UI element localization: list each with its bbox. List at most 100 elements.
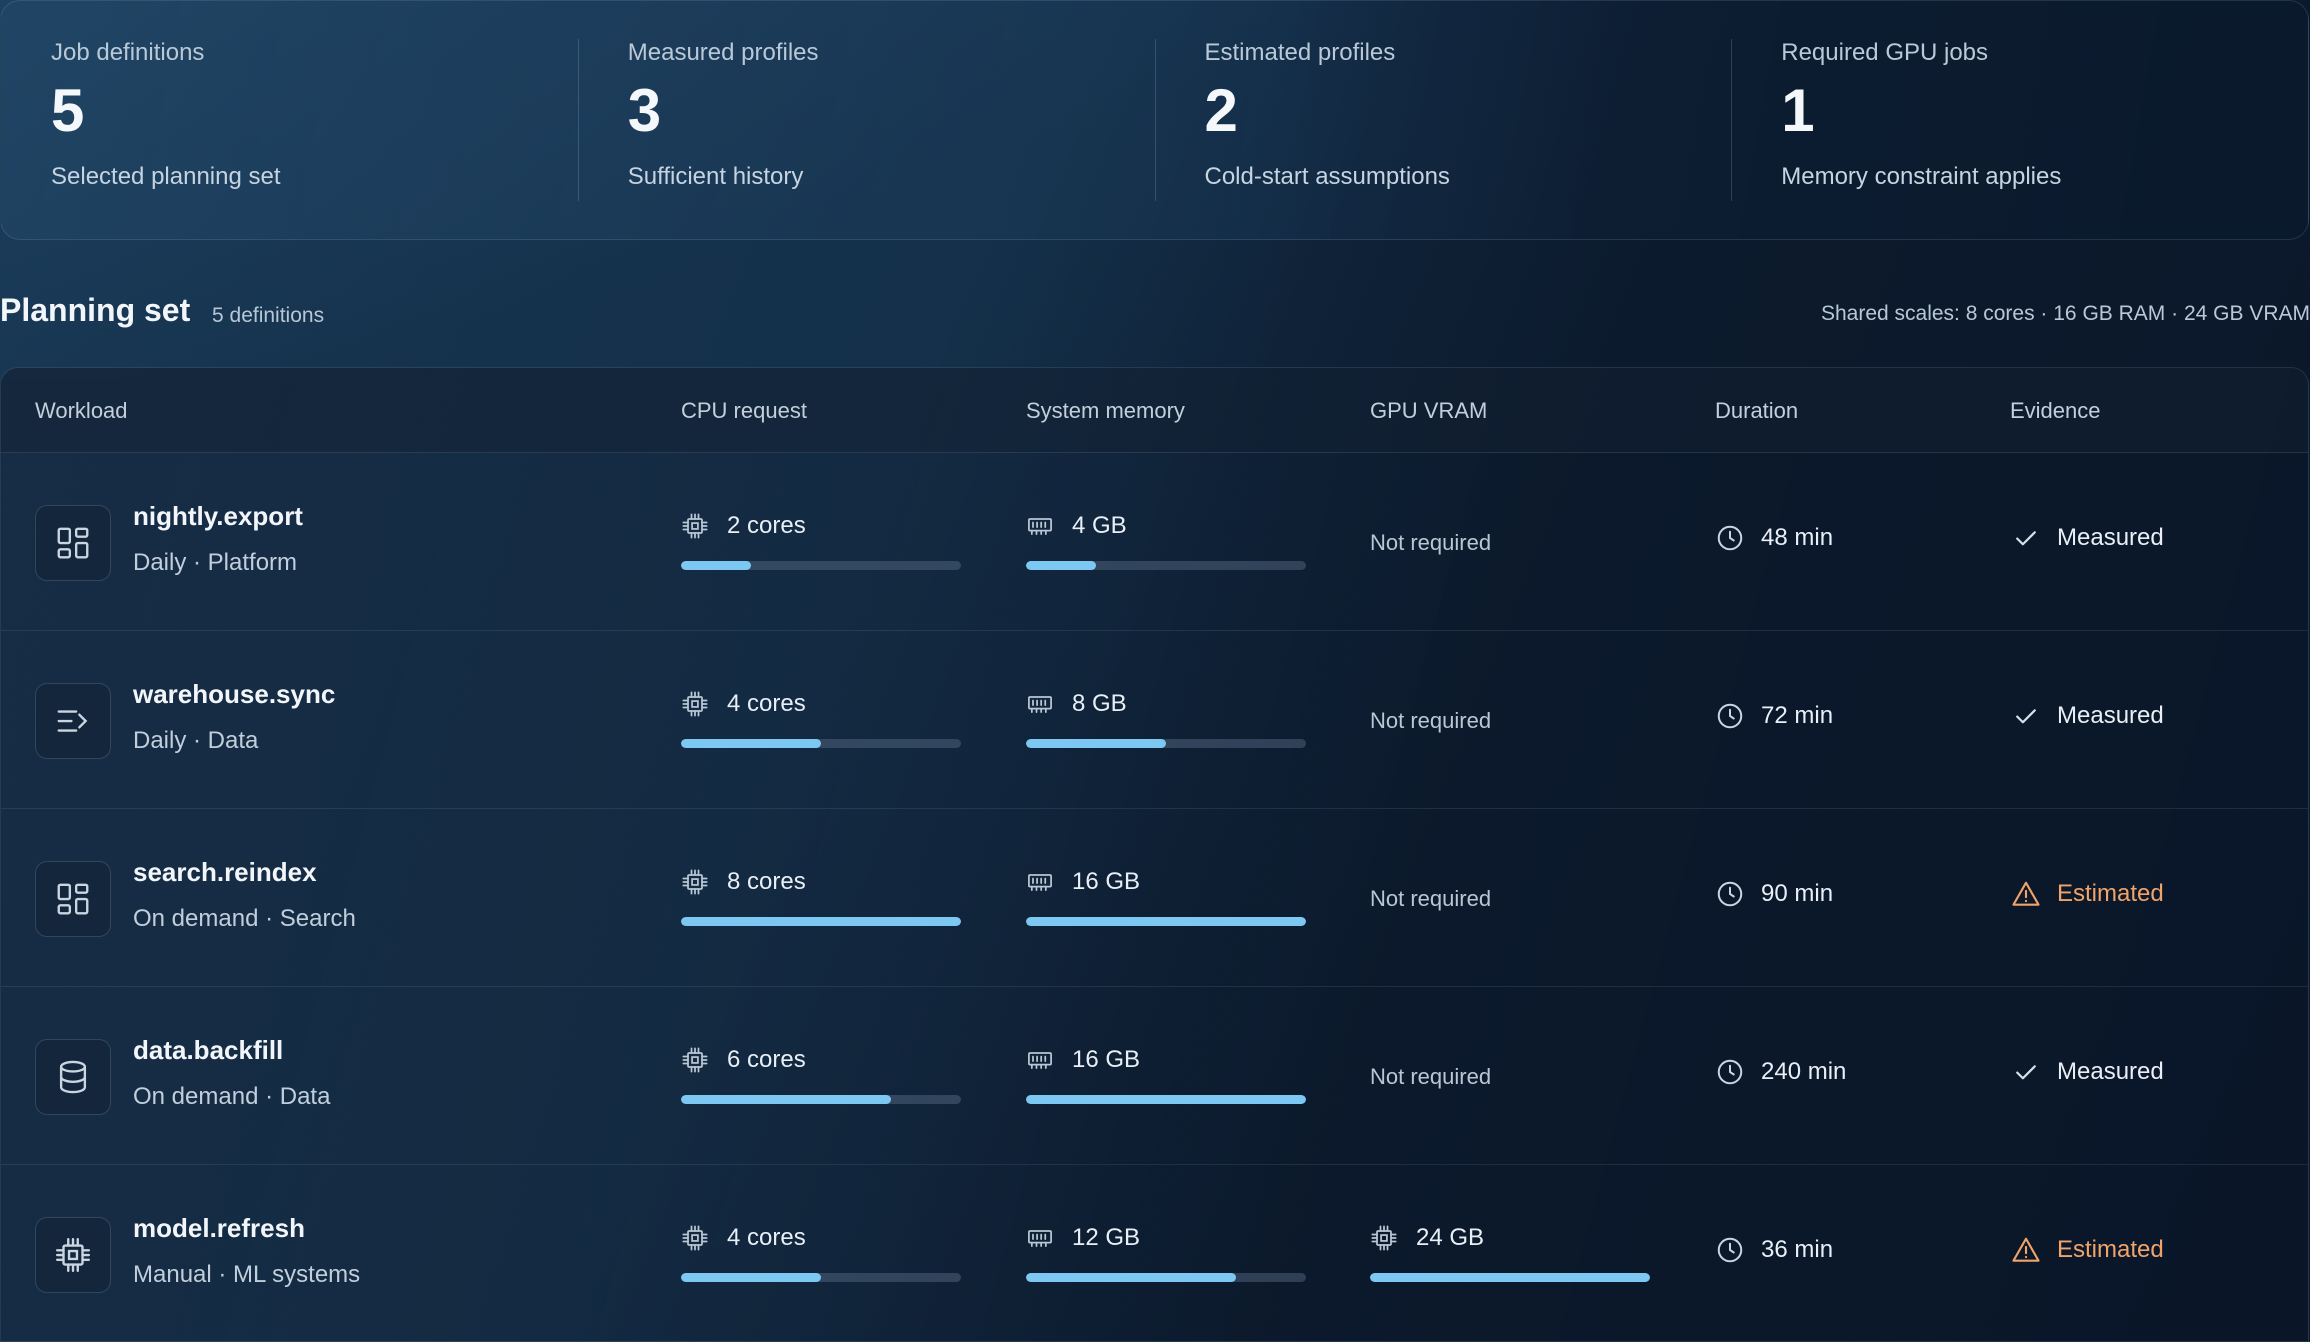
duration-value: 90 min bbox=[1761, 880, 1834, 907]
stat-required-gpu-jobs: Required GPU jobs 1 Memory constraint ap… bbox=[1731, 1, 2308, 239]
definitions-count: 5 definitions bbox=[212, 304, 325, 327]
dashboard-icon bbox=[35, 861, 111, 937]
workload-meta: Daily · Platform bbox=[133, 549, 298, 576]
memory-icon bbox=[1028, 696, 1052, 714]
workload-meta: On demand · Data bbox=[133, 1083, 331, 1110]
section-title: Planning set bbox=[0, 292, 191, 328]
workload-name[interactable]: warehouse.sync bbox=[133, 679, 335, 710]
memory-bar-fill bbox=[1026, 1273, 1236, 1282]
evidence-status: Measured bbox=[2057, 1058, 2164, 1085]
stat-value: 1 bbox=[1781, 77, 1815, 144]
stat-value: 5 bbox=[51, 77, 85, 144]
workload-name[interactable]: model.refresh bbox=[133, 1213, 305, 1244]
table-row[interactable]: model.refresh Manual · ML systems 4 core… bbox=[1, 1165, 2308, 1341]
workload-name[interactable]: search.reindex bbox=[133, 857, 317, 888]
duration-cell: 72 min bbox=[1715, 701, 1833, 731]
gpu-vram-cell: 24 GB bbox=[1370, 1223, 1650, 1282]
gpu-bar-fill bbox=[1370, 1273, 1650, 1282]
cpu-value: 4 cores bbox=[727, 1224, 806, 1251]
table-row[interactable]: warehouse.sync Daily · Data 4 cores 8 GB… bbox=[1, 631, 2308, 809]
system-memory-cell: 8 GB bbox=[1026, 689, 1306, 748]
workload-meta: On demand · Search bbox=[133, 905, 356, 932]
cpu-value: 4 cores bbox=[727, 690, 806, 717]
stat-sub: Sufficient history bbox=[627, 163, 804, 190]
workload-meta: Manual · ML systems bbox=[133, 1261, 361, 1288]
database-icon bbox=[35, 1039, 111, 1115]
workload-name[interactable]: nightly.export bbox=[133, 501, 303, 532]
cpu-bar bbox=[681, 561, 961, 570]
evidence-cell: Estimated bbox=[2011, 879, 2164, 909]
cpu-request-cell: 4 cores bbox=[681, 1223, 961, 1282]
column-header-gpu[interactable]: GPU VRAM bbox=[1370, 398, 1487, 424]
clock-icon bbox=[1717, 703, 1743, 729]
table-body: nightly.export Daily · Platform 2 cores … bbox=[1, 453, 2308, 1341]
memory-value: 16 GB bbox=[1072, 868, 1141, 895]
cpu-bar bbox=[681, 739, 961, 748]
memory-value: 12 GB bbox=[1072, 1224, 1141, 1251]
evidence-status: Estimated bbox=[2057, 880, 2164, 907]
memory-value: 16 GB bbox=[1072, 1046, 1141, 1073]
memory-bar bbox=[1026, 1273, 1306, 1282]
column-header-memory[interactable]: System memory bbox=[1026, 398, 1185, 424]
stat-sub: Cold-start assumptions bbox=[1204, 163, 1450, 190]
memory-icon bbox=[1028, 1052, 1052, 1070]
memory-bar-fill bbox=[1026, 917, 1306, 926]
stat-label: Required GPU jobs bbox=[1781, 39, 1989, 66]
evidence-status: Measured bbox=[2057, 702, 2164, 729]
cpu-bar bbox=[681, 917, 961, 926]
duration-cell: 48 min bbox=[1715, 523, 1833, 553]
system-memory-cell: 16 GB bbox=[1026, 1045, 1306, 1104]
memory-value: 4 GB bbox=[1072, 512, 1127, 539]
stat-job-definitions: Job definitions 5 Selected planning set bbox=[1, 1, 578, 239]
workload-name[interactable]: data.backfill bbox=[133, 1035, 283, 1066]
memory-bar bbox=[1026, 1095, 1306, 1104]
duration-cell: 36 min bbox=[1715, 1235, 1833, 1265]
column-header-duration[interactable]: Duration bbox=[1715, 398, 1798, 424]
gpu-not-required: Not required bbox=[1370, 886, 1492, 911]
column-header-cpu[interactable]: CPU request bbox=[681, 398, 807, 424]
table-row[interactable]: nightly.export Daily · Platform 2 cores … bbox=[1, 453, 2308, 631]
clock-icon bbox=[1717, 881, 1743, 907]
gpu-value: 24 GB bbox=[1416, 1224, 1485, 1251]
memory-bar-fill bbox=[1026, 1095, 1306, 1104]
stat-label: Estimated profiles bbox=[1204, 39, 1396, 66]
cpu-icon bbox=[682, 513, 708, 539]
cpu-bar-fill bbox=[681, 917, 961, 926]
column-header-workload[interactable]: Workload bbox=[35, 398, 128, 424]
memory-bar-fill bbox=[1026, 739, 1166, 748]
evidence-status: Estimated bbox=[2057, 1236, 2164, 1263]
stat-sub: Selected planning set bbox=[51, 163, 281, 190]
system-memory-cell: 4 GB bbox=[1026, 511, 1306, 570]
chip-icon bbox=[35, 1217, 111, 1293]
gpu-not-required: Not required bbox=[1370, 1064, 1492, 1089]
duration-value: 36 min bbox=[1761, 1236, 1834, 1263]
table-row[interactable]: data.backfill On demand · Data 6 cores 1… bbox=[1, 987, 2308, 1165]
stat-measured-profiles: Measured profiles 3 Sufficient history bbox=[577, 1, 1155, 239]
summary-stats-card: Job definitions 5 Selected planning set … bbox=[0, 0, 2309, 240]
dashboard-icon bbox=[35, 505, 111, 581]
memory-icon bbox=[1028, 1230, 1052, 1248]
cpu-request-cell: 8 cores bbox=[681, 867, 961, 926]
gpu-icon bbox=[1371, 1225, 1397, 1251]
stat-label: Job definitions bbox=[51, 39, 205, 66]
table-row[interactable]: search.reindex On demand · Search 8 core… bbox=[1, 809, 2308, 987]
shared-scales: Shared scales: 8 cores · 16 GB RAM · 24 … bbox=[1820, 302, 2310, 325]
gpu-bar bbox=[1370, 1273, 1650, 1282]
duration-value: 72 min bbox=[1761, 702, 1834, 729]
planning-dashboard: Job definitions 5 Selected planning set … bbox=[0, 0, 2310, 1342]
duration-cell: 240 min bbox=[1715, 1057, 1846, 1087]
check-icon bbox=[2016, 531, 2036, 546]
list-arrow-icon bbox=[35, 683, 111, 759]
system-memory-cell: 12 GB bbox=[1026, 1223, 1306, 1282]
stat-label: Measured profiles bbox=[627, 39, 819, 66]
cpu-icon bbox=[682, 691, 708, 717]
column-header-evidence[interactable]: Evidence bbox=[2010, 398, 2101, 424]
cpu-icon bbox=[682, 869, 708, 895]
cpu-bar bbox=[681, 1273, 961, 1282]
clock-icon bbox=[1717, 1059, 1743, 1085]
cpu-bar-fill bbox=[681, 739, 821, 748]
warning-icon bbox=[2012, 1237, 2040, 1262]
memory-bar bbox=[1026, 739, 1306, 748]
duration-value: 48 min bbox=[1761, 524, 1834, 551]
memory-bar bbox=[1026, 917, 1306, 926]
